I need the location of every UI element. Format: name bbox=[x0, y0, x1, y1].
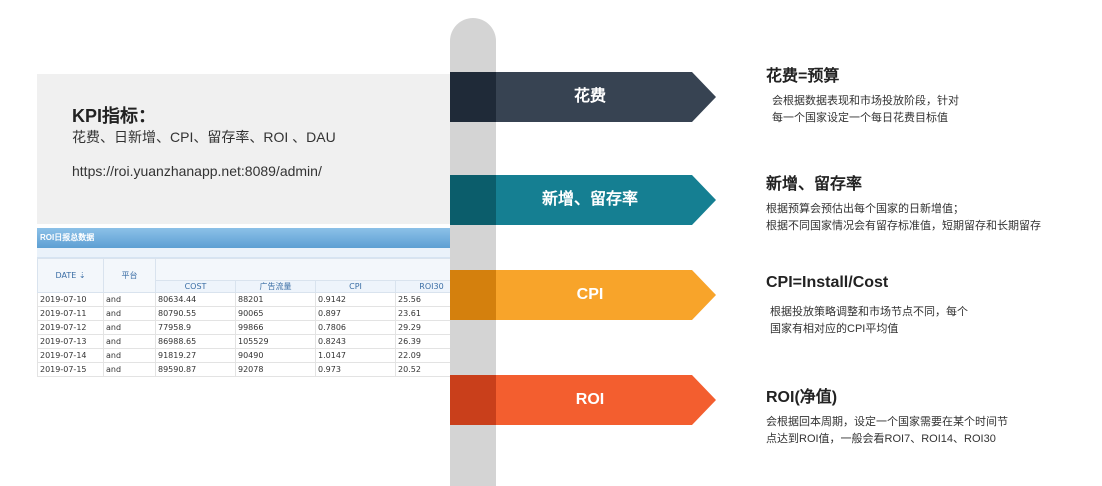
table-cell: 0.7806 bbox=[315, 320, 396, 335]
roi-table: DATE ⇣ 平台 COST 广告流量 CPI ROI30 2019-07-10… bbox=[37, 258, 450, 377]
column-header-roi30[interactable]: ROI30 bbox=[395, 280, 450, 293]
arrow-label-cpi: CPI bbox=[576, 286, 604, 303]
roi-table-panel: ROI日报总数据 DATE ⇣ 平台 COST 广告流量 CPI ROI30 2… bbox=[37, 228, 450, 400]
desc-text-cpi: 根据投放策略调整和市场节点不同，每个 国家有相对应的CPI平均值 bbox=[770, 306, 968, 335]
column-header-traffic[interactable]: 广告流量 bbox=[235, 280, 316, 293]
table-row[interactable]: 2019-07-13 and 86988.65 105529 0.8243 26… bbox=[37, 334, 450, 349]
table-cell: 92078 bbox=[235, 362, 316, 377]
table-row[interactable]: 2019-07-14 and 91819.27 90490 1.0147 22.… bbox=[37, 348, 450, 363]
table-cell: 0.8243 bbox=[315, 334, 396, 349]
table-cell: 77958.9 bbox=[155, 320, 236, 335]
arrow-cpi: CPI bbox=[450, 270, 716, 320]
desc-title-install-retention: 新增、留存率 bbox=[766, 176, 863, 193]
table-cell: 88201 bbox=[235, 292, 316, 307]
column-header-date[interactable]: DATE ⇣ bbox=[37, 258, 104, 293]
table-cell: and bbox=[103, 320, 156, 335]
roi-table-toolbar bbox=[37, 248, 450, 258]
column-header-cost[interactable]: COST bbox=[155, 280, 236, 293]
table-cell: 25.56 bbox=[395, 292, 450, 307]
table-cell: 89590.87 bbox=[155, 362, 236, 377]
kpi-items: 花费、日新增、CPI、留存率、ROI 、DAU bbox=[72, 129, 336, 145]
table-row[interactable]: 2019-07-12 and 77958.9 99866 0.7806 29.2… bbox=[37, 320, 450, 335]
column-header-cpi[interactable]: CPI bbox=[315, 280, 396, 293]
table-cell: 80790.55 bbox=[155, 306, 236, 321]
table-cell: 29.29 bbox=[395, 320, 450, 335]
table-cell: and bbox=[103, 306, 156, 321]
roi-table-caption: ROI日报总数据 bbox=[37, 228, 450, 248]
table-cell: 90490 bbox=[235, 348, 316, 363]
table-cell: 86988.65 bbox=[155, 334, 236, 349]
table-cell: 1.0147 bbox=[315, 348, 396, 363]
table-cell: 91819.27 bbox=[155, 348, 236, 363]
table-row[interactable]: 2019-07-11 and 80790.55 90065 0.897 23.6… bbox=[37, 306, 450, 321]
table-cell: 22.09 bbox=[395, 348, 450, 363]
column-group-header bbox=[155, 258, 450, 281]
table-cell: 0.973 bbox=[315, 362, 396, 377]
table-row[interactable]: 2019-07-15 and 89590.87 92078 0.973 20.5… bbox=[37, 362, 450, 377]
desc-text-cost: 会根据数据表现和市场投放阶段，针对 每一个国家设定一个每日花费目标值 bbox=[772, 95, 959, 124]
kpi-url: https://roi.yuanzhanapp.net:8089/admin/ bbox=[72, 163, 322, 179]
desc-text-roi: 会根据回本周期，设定一个国家需要在某个时间节 点达到ROI值，一般会看ROI7、… bbox=[766, 416, 1008, 445]
table-cell: 105529 bbox=[235, 334, 316, 349]
table-cell: 0.9142 bbox=[315, 292, 396, 307]
desc-title-roi: ROI(净值) bbox=[766, 389, 838, 406]
table-cell: and bbox=[103, 348, 156, 363]
arrow-cost: 花费 bbox=[450, 72, 716, 122]
kpi-panel bbox=[37, 74, 450, 224]
kpi-title: KPI指标： bbox=[72, 106, 157, 126]
table-row[interactable]: 2019-07-10 and 80634.44 88201 0.9142 25.… bbox=[37, 292, 450, 307]
arrow-install-retention: 新增、留存率 bbox=[450, 175, 716, 225]
desc-title-cpi: CPI=Install/Cost bbox=[766, 274, 889, 291]
table-cell: 90065 bbox=[235, 306, 316, 321]
table-cell: 2019-07-15 bbox=[37, 362, 104, 377]
table-cell: and bbox=[103, 292, 156, 307]
table-cell: 20.52 bbox=[395, 362, 450, 377]
arrow-roi: ROI bbox=[450, 375, 716, 425]
table-cell: 80634.44 bbox=[155, 292, 236, 307]
desc-title-cost: 花费=预算 bbox=[766, 68, 840, 85]
column-header-platform[interactable]: 平台 bbox=[103, 258, 156, 293]
table-cell: 2019-07-14 bbox=[37, 348, 104, 363]
arrow-label-cost: 花费 bbox=[573, 88, 606, 105]
table-cell: and bbox=[103, 334, 156, 349]
desc-text-install-retention: 根据预算会预估出每个国家的日新增值； 根据不同国家情况会有留存标准值，短期留存和… bbox=[766, 203, 1041, 232]
table-cell: 0.897 bbox=[315, 306, 396, 321]
table-cell: 2019-07-10 bbox=[37, 292, 104, 307]
table-cell: 26.39 bbox=[395, 334, 450, 349]
table-cell: 2019-07-12 bbox=[37, 320, 104, 335]
table-cell: 99866 bbox=[235, 320, 316, 335]
table-cell: and bbox=[103, 362, 156, 377]
table-cell: 2019-07-11 bbox=[37, 306, 104, 321]
table-cell: 23.61 bbox=[395, 306, 450, 321]
arrow-label-roi: ROI bbox=[575, 391, 605, 408]
arrow-label-install-retention: 新增、留存率 bbox=[541, 191, 638, 208]
table-cell: 2019-07-13 bbox=[37, 334, 104, 349]
